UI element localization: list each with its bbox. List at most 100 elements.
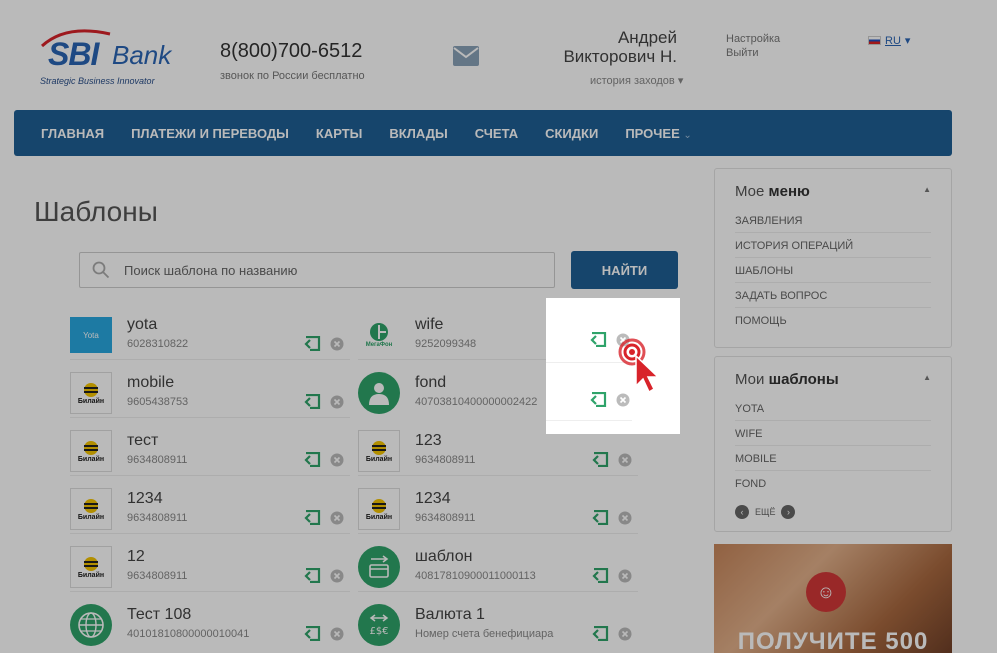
my-templates-title[interactable]: Мои шаблоны <box>735 371 839 388</box>
language-selector[interactable]: RU ▾ <box>868 34 910 47</box>
russia-flag-icon <box>868 36 881 45</box>
pay-template-icon[interactable] <box>592 568 609 583</box>
delete-template-icon[interactable] <box>330 627 344 641</box>
promo-banner[interactable]: ☺ ПОЛУЧИТЕ 500 <box>714 544 952 653</box>
nav-item-payments[interactable]: ПЛАТЕЖИ И ПЕРЕВОДЫ <box>131 126 289 141</box>
sidebar-item-applications[interactable]: ЗАЯВЛЕНИЯ <box>735 215 931 233</box>
beeline-logo-icon: Билайн <box>358 488 400 530</box>
logout-link[interactable]: Выйти <box>726 46 780 60</box>
template-item-test[interactable]: Билайн тест 9634808911 <box>70 424 355 476</box>
template-item-1234[interactable]: Билайн 1234 9634808911 <box>70 482 355 534</box>
my-menu-panel: Мое меню ▲ ЗАЯВЛЕНИЯ ИСТОРИЯ ОПЕРАЦИЙ ША… <box>714 168 952 348</box>
sidebar-item-history[interactable]: ИСТОРИЯ ОПЕРАЦИЙ <box>735 240 931 258</box>
pay-template-icon[interactable] <box>590 392 607 407</box>
person-icon <box>358 372 400 414</box>
login-history-link[interactable]: история заходов ▾ <box>590 74 683 87</box>
sidebar-template-fond[interactable]: FOND <box>735 478 931 495</box>
beeline-logo-icon: Билайн <box>70 430 112 472</box>
template-item-yota[interactable]: Yota yota 6028310822 <box>70 308 355 360</box>
language-label: RU <box>885 34 901 47</box>
pay-template-icon[interactable] <box>304 626 321 641</box>
transfer-card-icon <box>358 546 400 588</box>
pay-template-icon[interactable] <box>592 510 609 525</box>
prev-icon[interactable]: ‹ <box>735 505 749 519</box>
template-account: 9634808911 <box>127 570 188 582</box>
delete-template-icon[interactable] <box>618 511 632 525</box>
pay-template-icon[interactable] <box>592 452 609 467</box>
sidebar-template-yota[interactable]: YOTA <box>735 403 931 421</box>
promo-text: ПОЛУЧИТЕ 500 <box>737 628 929 653</box>
collapse-icon[interactable]: ▲ <box>923 185 931 194</box>
bank-logo[interactable]: SBI Bank Strategic Business Innovator <box>36 28 196 90</box>
template-item-shablon[interactable]: шаблон 40817810900011000113 <box>358 540 643 592</box>
pay-template-icon[interactable] <box>304 568 321 583</box>
pay-template-icon[interactable] <box>590 332 607 347</box>
nav-item-home[interactable]: ГЛАВНАЯ <box>41 126 104 141</box>
nav-item-accounts[interactable]: СЧЕТА <box>475 126 518 141</box>
template-account: 9634808911 <box>127 454 188 466</box>
nav-item-cards[interactable]: КАРТЫ <box>316 126 363 141</box>
nav-item-other[interactable]: ПРОЧЕЕ ⌄ <box>625 126 691 141</box>
click-cursor-icon <box>618 338 660 394</box>
delete-template-icon[interactable] <box>330 337 344 351</box>
delete-template-icon[interactable] <box>330 569 344 583</box>
template-name: тест <box>127 432 159 449</box>
svg-text:£$€: £$€ <box>369 626 388 637</box>
hotline-phone: 8(800)700-6512 <box>220 40 363 62</box>
delete-template-icon[interactable] <box>618 453 632 467</box>
search-icon <box>92 261 110 279</box>
mail-icon[interactable] <box>453 46 479 71</box>
find-button[interactable]: НАЙТИ <box>571 251 678 289</box>
beeline-logo-icon: Билайн <box>358 430 400 472</box>
megafon-logo-icon: МегаФон <box>358 314 400 356</box>
pay-template-icon[interactable] <box>592 626 609 641</box>
template-name: Валюта 1 <box>415 606 485 623</box>
delete-template-icon[interactable] <box>330 453 344 467</box>
page: SBI Bank Strategic Business Innovator 8(… <box>6 6 991 653</box>
sidebar-item-help[interactable]: ПОМОЩЬ <box>735 315 931 332</box>
nav-item-discounts[interactable]: СКИДКИ <box>545 126 598 141</box>
user-first-name: Андрей <box>617 28 677 47</box>
template-name: шаблон <box>415 548 473 565</box>
template-name: yota <box>127 316 158 333</box>
sidebar-template-wife[interactable]: WIFE <box>735 428 931 446</box>
template-account: 6028310822 <box>127 338 189 350</box>
pay-template-icon[interactable] <box>304 510 321 525</box>
family-icon: ☺ <box>806 572 846 612</box>
delete-template-icon[interactable] <box>618 627 632 641</box>
template-account: 40703810400000002422 <box>415 396 538 408</box>
template-name: wife <box>415 316 444 333</box>
template-account: 9634808911 <box>415 454 476 466</box>
sidebar-template-mobile[interactable]: MOBILE <box>735 453 931 471</box>
pay-template-icon[interactable] <box>304 394 321 409</box>
delete-template-icon[interactable] <box>330 395 344 409</box>
more-label[interactable]: ЕЩЁ <box>755 507 775 517</box>
collapse-icon[interactable]: ▲ <box>923 373 931 382</box>
delete-template-icon[interactable] <box>330 511 344 525</box>
template-item-valuta-1[interactable]: £$€ Валюта 1 Номер счета бенефициара <box>358 598 643 650</box>
next-icon[interactable]: › <box>781 505 796 519</box>
user-name[interactable]: Андрей Викторович Н. <box>497 28 677 66</box>
nav-item-deposits[interactable]: ВКЛАДЫ <box>389 126 447 141</box>
template-account: Номер счета бенефициара <box>415 628 554 640</box>
search-input[interactable] <box>124 262 524 278</box>
chevron-down-icon: ⌄ <box>683 129 692 141</box>
delete-template-icon[interactable] <box>618 569 632 583</box>
template-account: 9634808911 <box>415 512 476 524</box>
sidebar-item-ask-question[interactable]: ЗАДАТЬ ВОПРОС <box>735 290 931 308</box>
template-account: 9252099348 <box>415 338 477 350</box>
template-name: 1234 <box>415 490 451 507</box>
page-title: Шаблоны <box>34 196 158 227</box>
template-item-1234-right[interactable]: Билайн 1234 9634808911 <box>358 482 643 534</box>
globe-icon <box>70 604 112 646</box>
template-account: 9605438753 <box>127 396 189 408</box>
template-item-test-108[interactable]: Тест 108 40101810800000010041 <box>70 598 355 650</box>
pay-template-icon[interactable] <box>304 452 321 467</box>
settings-link[interactable]: Настройка <box>726 32 780 46</box>
template-item-mobile[interactable]: Билайн mobile 9605438753 <box>70 366 355 418</box>
template-item-12[interactable]: Билайн 12 9634808911 <box>70 540 355 592</box>
main-nav: ГЛАВНАЯ ПЛАТЕЖИ И ПЕРЕВОДЫ КАРТЫ ВКЛАДЫ … <box>14 110 952 156</box>
my-menu-title[interactable]: Мое меню <box>735 183 810 200</box>
pay-template-icon[interactable] <box>304 336 321 351</box>
sidebar-item-templates[interactable]: ШАБЛОНЫ <box>735 265 931 283</box>
